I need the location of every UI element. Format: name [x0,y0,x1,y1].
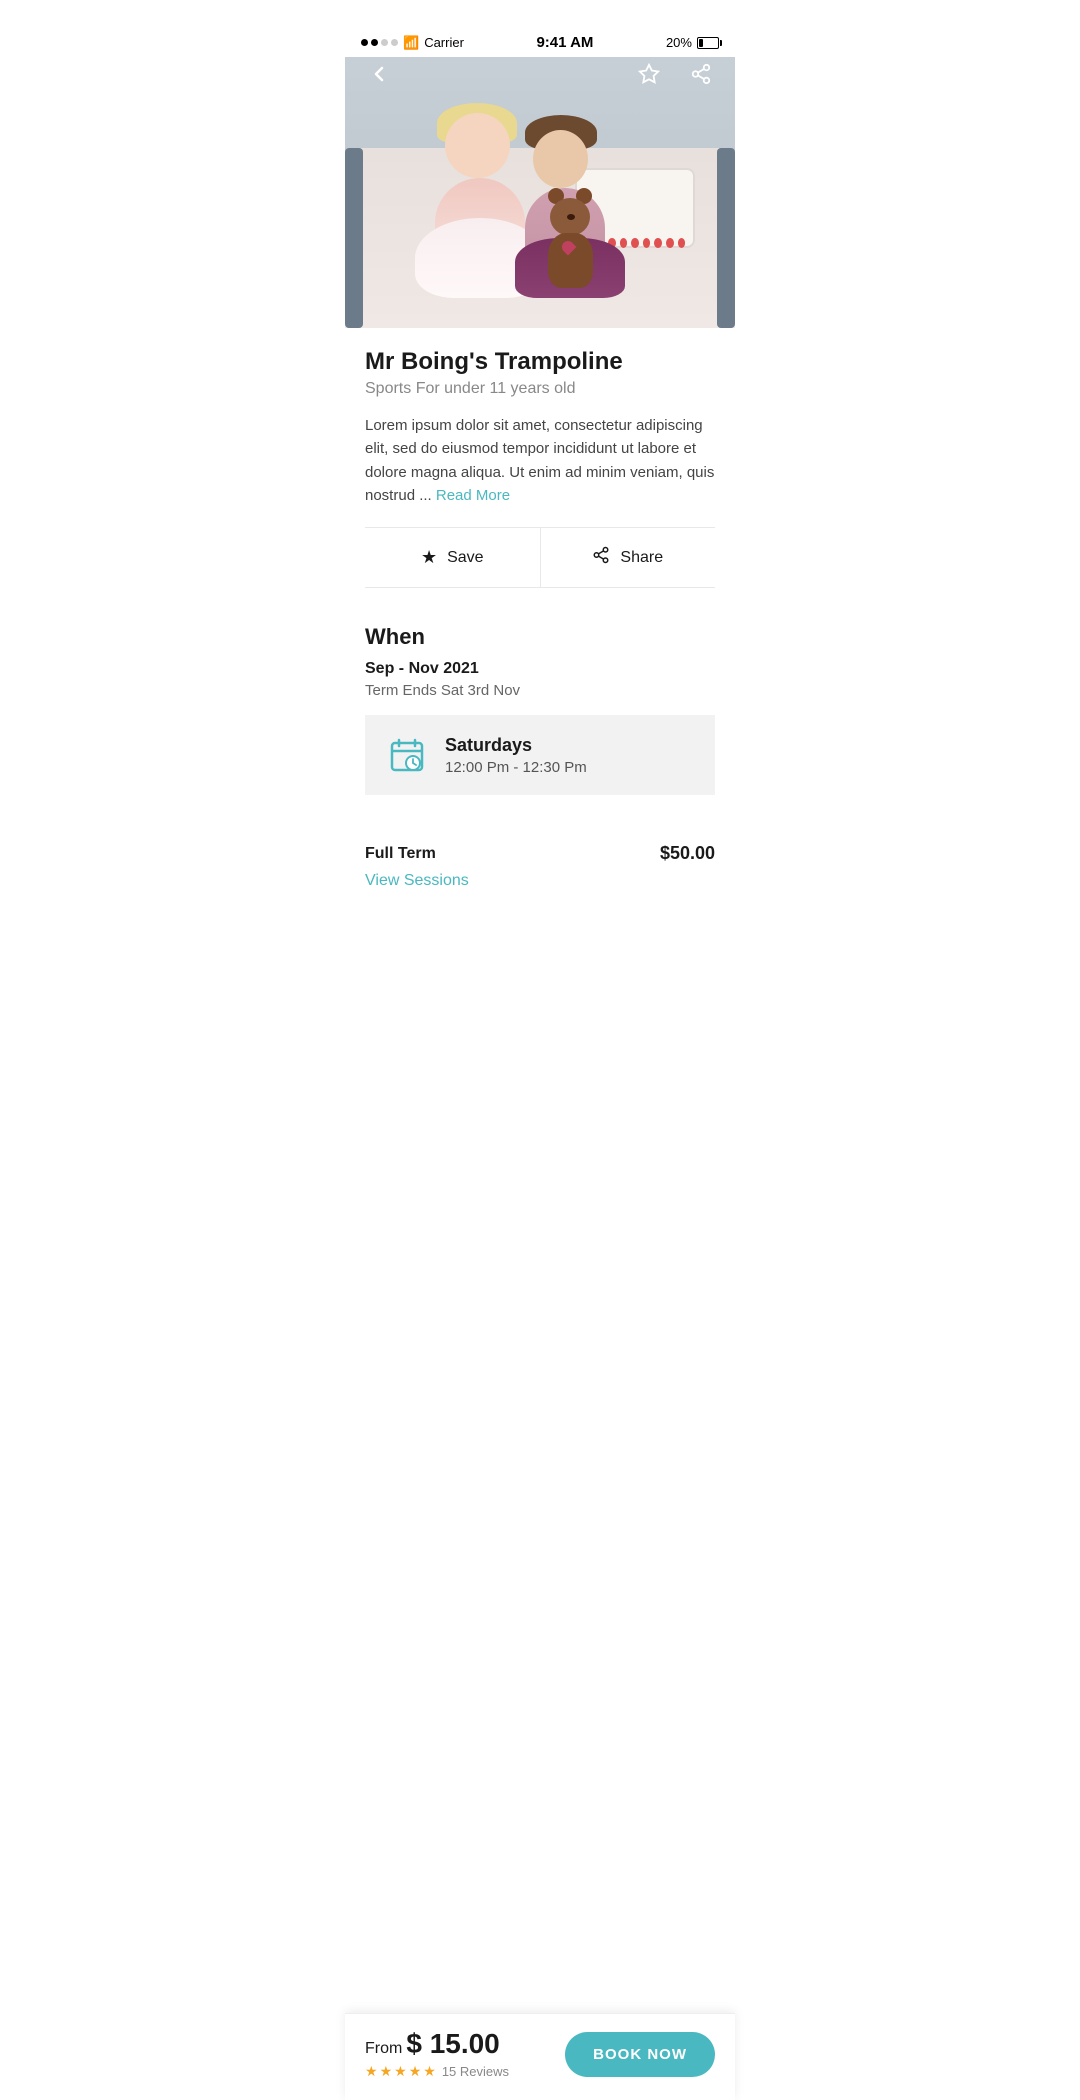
from-label: From [365,2040,402,2058]
event-title: Mr Boing's Trampoline [365,348,715,376]
status-time: 9:41 AM [536,34,593,51]
read-more-button[interactable]: Read More [436,487,510,504]
price-section: From $ 15.00 ★ ★ ★ ★ ★ 15 Reviews [365,2028,509,2080]
date-range: Sep - Nov 2021 [365,660,715,678]
hero-image [345,28,735,328]
schedule-time: 12:00 Pm - 12:30 Pm [445,759,695,776]
reviews-line: ★ ★ ★ ★ ★ 15 Reviews [365,2063,509,2080]
star-1: ★ [365,2063,378,2080]
action-bar: ★ Save Share [365,527,715,588]
star-4: ★ [409,2063,422,2080]
status-left: 📶 Carrier [361,35,464,51]
schedule-day: Saturdays [445,735,695,756]
content-area: Mr Boing's Trampoline Sports For under 1… [345,328,735,588]
from-price: $ 15.00 [406,2028,499,2060]
star-5: ★ [423,2063,436,2080]
bottom-bar: From $ 15.00 ★ ★ ★ ★ ★ 15 Reviews BOOK N… [345,2013,735,2100]
carrier-label: Carrier [424,35,464,50]
bed-post-left [345,148,363,328]
pricing-value: $50.00 [660,843,715,864]
status-bar: 📶 Carrier 9:41 AM 20% [345,28,735,57]
battery-icon [697,37,719,49]
schedule-info: Saturdays 12:00 Pm - 12:30 Pm [445,735,695,776]
price-line: From $ 15.00 [365,2028,509,2060]
dot-4 [391,39,398,46]
dot-2 [371,39,378,46]
share-hero-button[interactable] [683,56,719,92]
star-icon: ★ [421,547,437,568]
view-sessions-button[interactable]: View Sessions [365,872,469,889]
status-right: 20% [666,35,719,50]
save-hero-button[interactable] [631,56,667,92]
price-value: 15.00 [430,2028,500,2059]
star-3: ★ [394,2063,407,2080]
event-description: Lorem ipsum dolor sit amet, consectetur … [365,414,715,507]
battery-percentage: 20% [666,35,692,50]
term-end: Term Ends Sat 3rd Nov [365,682,715,699]
back-button[interactable] [361,56,397,92]
share-icon [592,546,610,569]
bed-post-right [717,148,735,328]
review-count: 15 Reviews [442,2064,509,2079]
pricing-row: Full Term $50.00 [365,843,715,864]
save-label: Save [447,549,483,567]
book-now-button[interactable]: BOOK NOW [565,2032,715,2077]
when-section: When Sep - Nov 2021 Term Ends Sat 3rd No… [345,600,735,827]
dot-3 [381,39,388,46]
share-button[interactable]: Share [541,528,716,587]
signal-icon [361,39,398,46]
teddy-bear [540,208,600,288]
nav-actions [631,56,719,92]
event-subtitle: Sports For under 11 years old [365,380,715,398]
pricing-label: Full Term [365,845,436,863]
wifi-icon: 📶 [403,35,419,51]
calendar-icon [385,733,429,777]
when-heading: When [365,624,715,650]
pricing-section: Full Term $50.00 View Sessions [345,827,735,906]
dot-1 [361,39,368,46]
stars: ★ ★ ★ ★ ★ [365,2063,436,2080]
schedule-card: Saturdays 12:00 Pm - 12:30 Pm [365,715,715,795]
save-button[interactable]: ★ Save [365,528,541,587]
star-2: ★ [380,2063,393,2080]
currency-symbol: $ [406,2028,422,2059]
share-label: Share [620,549,663,567]
